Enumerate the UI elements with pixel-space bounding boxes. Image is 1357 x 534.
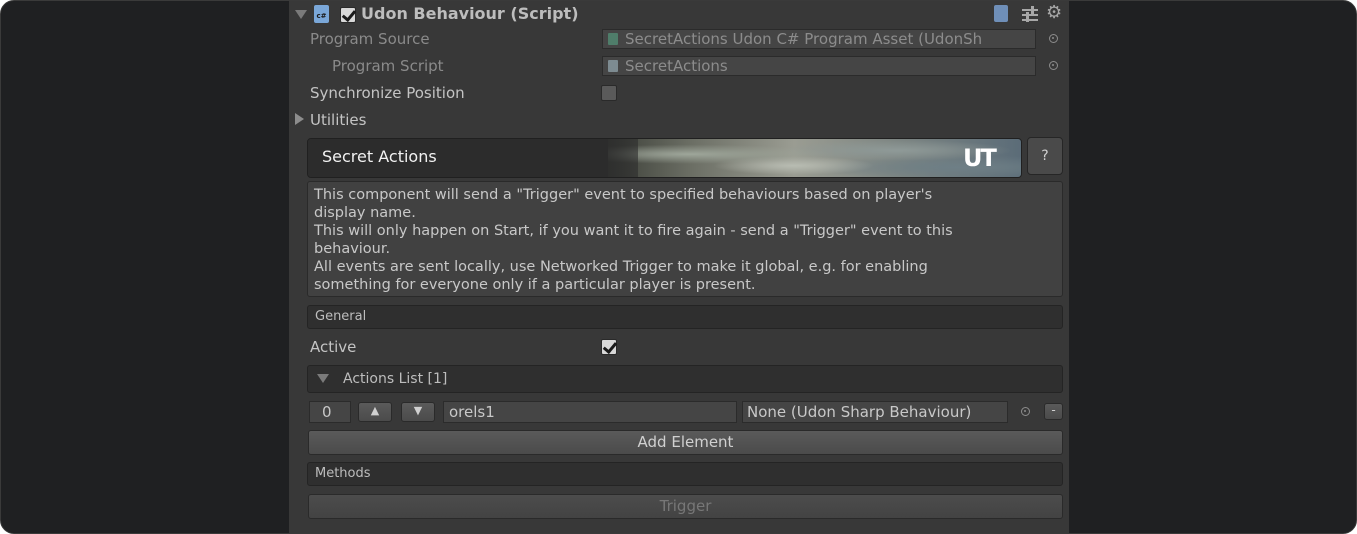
inspector-panel: c# Udon Behaviour (Script) ⚙ Program Sou…	[289, 1, 1069, 533]
help-book-icon[interactable]	[994, 5, 1008, 22]
program-script-value: SecretActions	[625, 57, 728, 75]
help-button[interactable]: ?	[1027, 137, 1063, 175]
object-picker-icon[interactable]	[1049, 61, 1058, 70]
arrow-down-icon: ▼	[413, 404, 423, 417]
component-title: Udon Behaviour (Script)	[361, 4, 579, 23]
ut-logo: UT	[963, 144, 997, 172]
description-line: display name.	[314, 205, 416, 221]
program-source-value: SecretActions Udon C# Program Asset (Udo…	[625, 30, 983, 48]
move-down-button[interactable]: ▼	[401, 402, 435, 422]
remove-element-button[interactable]: -	[1044, 403, 1063, 420]
move-up-button[interactable]: ▲	[358, 402, 392, 422]
general-section-header: General	[307, 305, 1063, 329]
description-line: This will only happen on Start, if you w…	[314, 223, 953, 239]
active-label: Active	[310, 338, 357, 356]
banner-title: Secret Actions	[322, 147, 437, 166]
program-script-label: Program Script	[332, 57, 444, 75]
methods-section-header: Methods	[307, 462, 1063, 486]
component-enabled-checkbox[interactable]	[340, 7, 356, 23]
element-index-field[interactable]: 0	[309, 401, 351, 423]
actions-list-header[interactable]: Actions List [1]	[307, 365, 1063, 393]
element-target-field[interactable]: None (Udon Sharp Behaviour)	[742, 401, 1008, 423]
foldout-arrow-icon[interactable]	[295, 10, 307, 19]
secret-actions-banner: Secret Actions UT	[307, 138, 1022, 178]
actions-list-label: Actions List [1]	[343, 371, 448, 387]
sync-position-label: Synchronize Position	[310, 84, 465, 102]
program-source-label: Program Source	[310, 30, 430, 48]
add-element-button[interactable]: Add Element	[308, 430, 1063, 455]
sync-position-checkbox[interactable]	[601, 85, 617, 101]
program-script-field[interactable]: SecretActions	[602, 56, 1036, 76]
gear-icon[interactable]: ⚙	[1046, 2, 1062, 23]
active-checkbox[interactable]	[601, 339, 617, 355]
arrow-up-icon: ▲	[370, 404, 380, 417]
description-line: This component will send a "Trigger" eve…	[314, 187, 933, 203]
object-picker-icon[interactable]	[1021, 407, 1030, 416]
screenshot-frame: c# Udon Behaviour (Script) ⚙ Program Sou…	[0, 0, 1357, 534]
presets-icon[interactable]	[1022, 6, 1038, 22]
trigger-button[interactable]: Trigger	[308, 494, 1063, 519]
csharp-script-icon: c#	[314, 5, 329, 23]
banner-landscape-image	[608, 139, 1021, 177]
element-name-field[interactable]: orels1	[443, 401, 737, 423]
utilities-foldout-arrow-icon[interactable]	[295, 113, 304, 125]
actions-list-foldout-icon[interactable]	[317, 374, 329, 383]
script-file-icon	[608, 60, 618, 72]
utilities-label[interactable]: Utilities	[310, 111, 366, 129]
description-line: All events are sent locally, use Network…	[314, 259, 928, 275]
description-line: something for everyone only if a particu…	[314, 277, 756, 293]
program-source-field[interactable]: SecretActions Udon C# Program Asset (Udo…	[602, 29, 1036, 49]
description-line: behaviour.	[314, 241, 391, 257]
object-picker-icon[interactable]	[1049, 34, 1058, 43]
description-box: This component will send a "Trigger" eve…	[307, 181, 1063, 297]
udon-asset-icon	[608, 33, 618, 45]
